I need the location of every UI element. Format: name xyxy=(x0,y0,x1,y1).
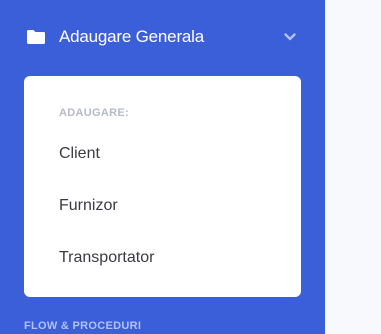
collapse-header: ADAUGARE: xyxy=(59,107,129,119)
folder-icon xyxy=(27,30,45,44)
sidebar: Adaugare Generala ADAUGARE: Client Furni… xyxy=(0,0,325,334)
sidebar-heading: FLOW & PROCEDURI xyxy=(24,320,142,332)
nav-item-label: Adaugare Generala xyxy=(59,27,204,46)
collapse-item-transportator[interactable]: Transportator xyxy=(59,248,154,268)
collapse-item-client[interactable]: Client xyxy=(59,144,100,164)
nav-item-adaugare-generala[interactable]: Adaugare Generala xyxy=(0,18,325,58)
collapse-menu: ADAUGARE: Client Furnizor Transportator xyxy=(24,76,301,297)
main-content xyxy=(325,0,381,334)
chevron-down-icon[interactable] xyxy=(283,31,297,43)
collapse-item-furnizor[interactable]: Furnizor xyxy=(59,196,118,216)
